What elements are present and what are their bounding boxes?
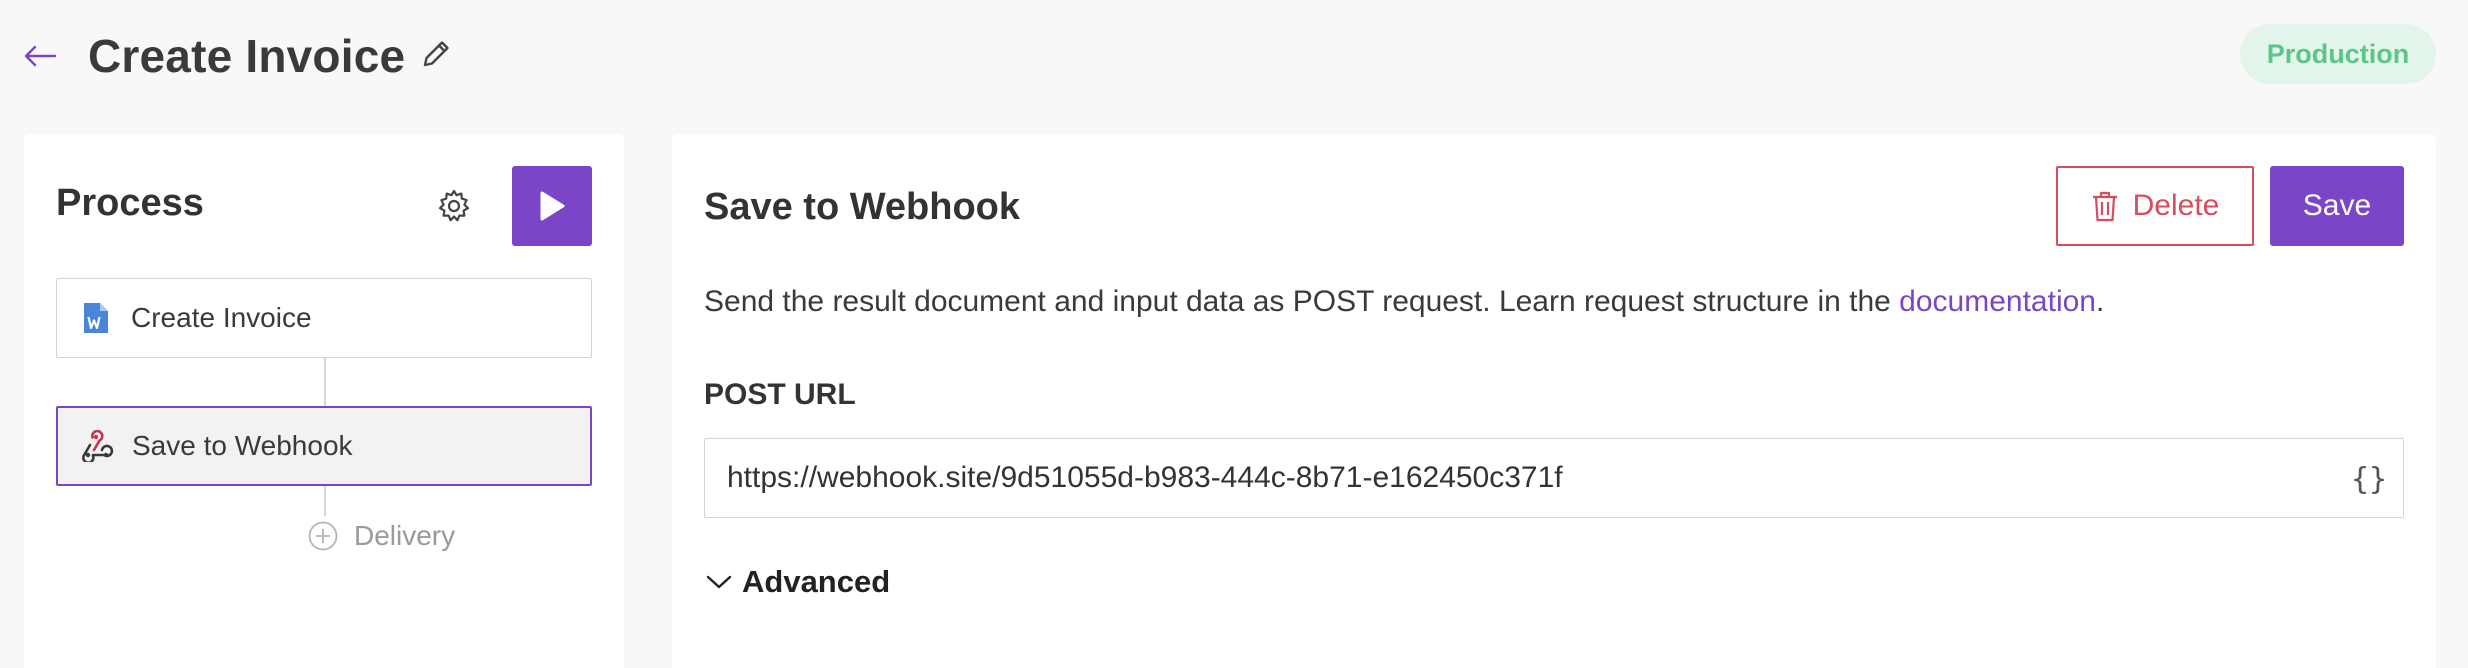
step-label: Create Invoice bbox=[131, 302, 312, 333]
description-end: . bbox=[2095, 285, 2105, 318]
trash-icon bbox=[2092, 191, 2117, 222]
run-process-button[interactable] bbox=[512, 166, 592, 246]
advanced-label: Advanced bbox=[742, 564, 891, 599]
step-detail-title: Save to Webhook bbox=[704, 186, 1021, 228]
page-header: Create Invoice Production bbox=[0, 0, 2468, 110]
edit-title-button[interactable] bbox=[416, 34, 456, 74]
step-description: Send the result document and input data … bbox=[704, 282, 2104, 322]
process-panel: Process Create Invoice Save to Webhook D… bbox=[24, 134, 624, 668]
webhook-icon bbox=[80, 429, 114, 463]
arrow-left-icon bbox=[24, 45, 57, 67]
delete-label: Delete bbox=[2132, 189, 2220, 222]
gear-icon bbox=[438, 189, 470, 222]
back-button[interactable] bbox=[18, 36, 62, 76]
plus-circle-icon bbox=[306, 519, 340, 553]
chevron-down-icon bbox=[704, 567, 734, 597]
step-detail-panel: Save to Webhook Delete Save Send the res… bbox=[672, 134, 2436, 668]
step-connector bbox=[324, 486, 326, 516]
page-title: Create Invoice bbox=[88, 30, 406, 82]
description-text: Send the result document and input data … bbox=[704, 285, 1900, 318]
post-url-label: POST URL bbox=[704, 378, 856, 411]
step-connector bbox=[324, 358, 326, 406]
save-button[interactable]: Save bbox=[2270, 166, 2404, 246]
step-label: Save to Webhook bbox=[132, 430, 353, 461]
environment-badge: Production bbox=[2240, 24, 2436, 84]
advanced-toggle[interactable]: Advanced bbox=[704, 560, 890, 604]
add-delivery-label: Delivery bbox=[354, 520, 456, 551]
post-url-input[interactable] bbox=[705, 439, 2325, 516]
add-delivery-button[interactable]: Delivery bbox=[306, 516, 455, 556]
documentation-link[interactable]: documentation bbox=[1899, 285, 2096, 318]
pencil-icon bbox=[423, 41, 449, 67]
insert-variable-button[interactable]: {} bbox=[2349, 459, 2389, 499]
word-document-icon bbox=[79, 301, 113, 335]
post-url-field: {} bbox=[704, 438, 2404, 518]
process-title: Process bbox=[56, 182, 204, 224]
process-settings-button[interactable] bbox=[432, 184, 476, 228]
delete-button[interactable]: Delete bbox=[2056, 166, 2254, 246]
play-icon bbox=[540, 191, 565, 221]
step-create-invoice[interactable]: Create Invoice bbox=[56, 278, 592, 358]
step-save-to-webhook[interactable]: Save to Webhook bbox=[56, 406, 592, 486]
